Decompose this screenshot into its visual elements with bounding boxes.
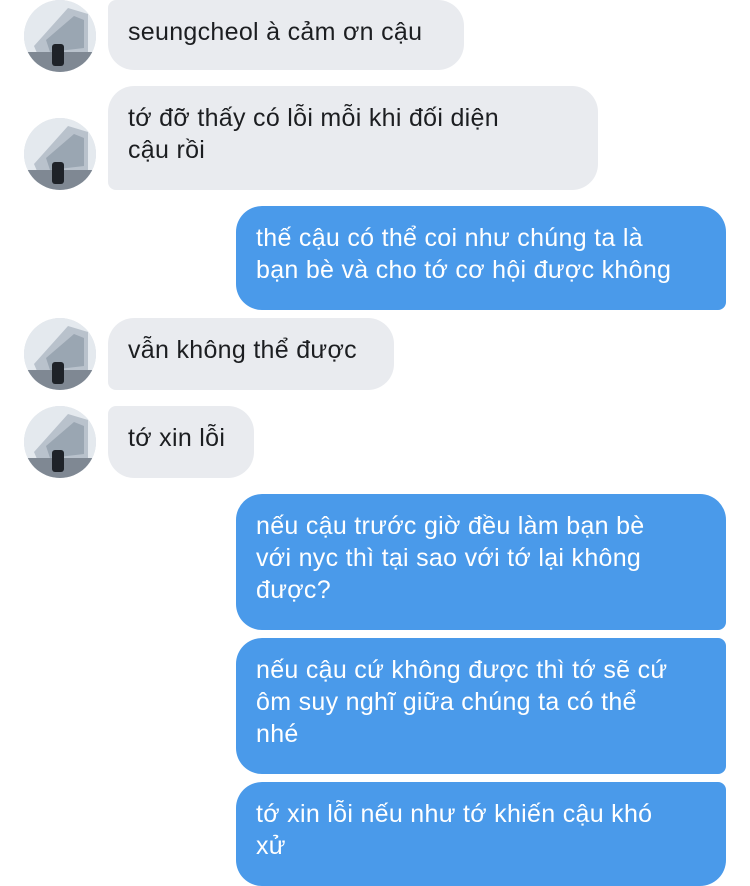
contact-avatar[interactable]	[24, 318, 96, 390]
outgoing-message[interactable]: nếu cậu trước giờ đều làm bạn bè với nyc…	[236, 494, 726, 630]
incoming-message[interactable]: seungcheol à cảm ơn cậu	[108, 0, 464, 70]
outgoing-message[interactable]: thế cậu có thể coi như chúng ta là bạn b…	[236, 206, 726, 310]
contact-avatar[interactable]	[24, 406, 96, 478]
contact-avatar[interactable]	[24, 0, 96, 72]
outgoing-message[interactable]: tớ xin lỗi nếu như tớ khiến cậu khó xử	[236, 782, 726, 886]
outgoing-message[interactable]: nếu cậu cứ không được thì tớ sẽ cứ ôm su…	[236, 638, 726, 774]
incoming-message[interactable]: vẫn không thể được	[108, 318, 394, 390]
contact-avatar[interactable]	[24, 118, 96, 190]
incoming-message[interactable]: tớ đỡ thấy có lỗi mỗi khi đối diện cậu r…	[108, 86, 598, 190]
incoming-message[interactable]: tớ xin lỗi	[108, 406, 254, 478]
